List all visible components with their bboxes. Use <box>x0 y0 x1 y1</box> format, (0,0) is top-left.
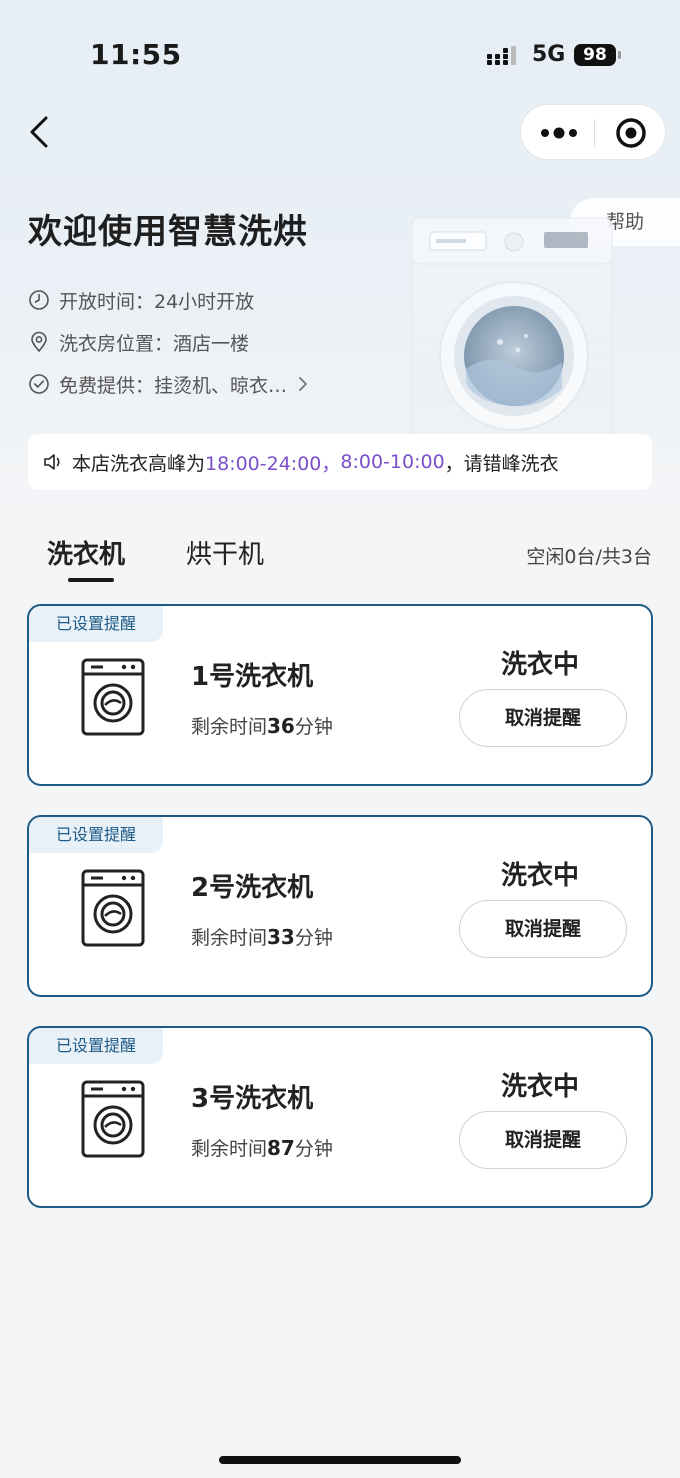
hours-text: 开放时间：24小时开放 <box>59 290 255 313</box>
battery-icon: 98 <box>574 44 616 66</box>
remaining-unit: 分钟 <box>294 927 333 949</box>
status-bar: 11:55 5G 98 <box>0 0 680 100</box>
mini-program-capsule <box>520 104 666 160</box>
cancel-reminder-button[interactable]: 取消提醒 <box>459 1111 627 1169</box>
info-location: 洗衣房位置：酒店一楼 <box>28 327 249 357</box>
machine-status: 洗衣中 <box>501 650 580 680</box>
cancel-reminder-button[interactable]: 取消提醒 <box>459 689 627 747</box>
reminder-set-badge: 已设置提醒 <box>29 1028 163 1064</box>
chevron-right-icon <box>299 377 308 391</box>
remaining-minutes: 87 <box>267 1136 295 1160</box>
remaining-time: 剩余时间 33 分钟 <box>191 923 333 950</box>
free-items-text: 免费提供：挂烫机、晾衣… <box>59 374 288 397</box>
machine-card[interactable]: 已设置提醒 1号洗衣机 剩余时间 36 分钟 洗衣中 取消提醒 <box>27 604 653 786</box>
page-title: 欢迎使用智慧洗烘 <box>28 212 308 252</box>
more-dots-icon[interactable] <box>537 117 581 149</box>
signal-icon <box>487 46 516 65</box>
machine-status: 洗衣中 <box>501 1072 580 1102</box>
idle-count: 空闲0台/共3台 <box>526 546 652 568</box>
clock-icon <box>29 290 49 310</box>
home-indicator[interactable] <box>219 1456 461 1464</box>
info-free-items[interactable]: 免费提供：挂烫机、晾衣… <box>28 369 311 399</box>
network-type: 5G <box>532 42 566 67</box>
machine-card[interactable]: 已设置提醒 2号洗衣机 剩余时间 33 分钟 洗衣中 取消提醒 <box>27 815 653 997</box>
speaker-icon <box>44 454 60 470</box>
machine-name: 2号洗衣机 <box>191 873 314 903</box>
remaining-label: 剩余时间 <box>191 927 268 949</box>
machine-name: 3号洗衣机 <box>191 1084 314 1114</box>
remaining-label: 剩余时间 <box>191 716 268 738</box>
notice-prefix: 本店洗衣高峰为 <box>72 452 206 475</box>
tab-washer[interactable]: 洗衣机 <box>47 534 125 571</box>
remaining-unit: 分钟 <box>294 716 333 738</box>
location-pin-icon <box>31 331 47 353</box>
capsule-divider <box>594 119 595 147</box>
remaining-time: 剩余时间 36 分钟 <box>191 712 333 739</box>
battery-tip <box>618 51 621 59</box>
machine-card[interactable]: 已设置提醒 3号洗衣机 剩余时间 87 分钟 洗衣中 取消提醒 <box>27 1026 653 1208</box>
check-circle-icon <box>29 374 49 394</box>
washing-machine-icon <box>81 658 145 736</box>
reminder-set-badge: 已设置提醒 <box>29 817 163 853</box>
notice-suffix: ，请错峰洗衣 <box>444 452 559 475</box>
tab-dryer[interactable]: 烘干机 <box>186 534 264 571</box>
remaining-unit: 分钟 <box>294 1138 333 1160</box>
washing-machine-illustration <box>411 217 613 436</box>
machine-name: 1号洗衣机 <box>191 662 314 692</box>
machine-status: 洗衣中 <box>501 861 580 891</box>
washing-machine-icon <box>81 1080 145 1158</box>
notice-peak-morning: 8:00-10:00 <box>340 451 445 473</box>
location-text: 洗衣房位置：酒店一楼 <box>59 332 250 355</box>
remaining-minutes: 33 <box>267 925 295 949</box>
remaining-minutes: 36 <box>267 714 295 738</box>
washing-machine-icon <box>81 869 145 947</box>
info-hours: 开放时间：24小时开放 <box>28 285 254 315</box>
notice-peak-evening: 18:00-24:00， <box>205 452 341 475</box>
remaining-time: 剩余时间 87 分钟 <box>191 1134 333 1161</box>
status-time: 11:55 <box>90 38 182 71</box>
peak-notice: 本店洗衣高峰为 18:00-24:00， 8:00-10:00 ，请错峰洗衣 <box>28 434 652 490</box>
tab-active-indicator <box>68 578 114 582</box>
target-icon[interactable] <box>613 115 649 151</box>
remaining-label: 剩余时间 <box>191 1138 268 1160</box>
cancel-reminder-button[interactable]: 取消提醒 <box>459 900 627 958</box>
back-button[interactable] <box>22 110 62 154</box>
reminder-set-badge: 已设置提醒 <box>29 606 163 642</box>
